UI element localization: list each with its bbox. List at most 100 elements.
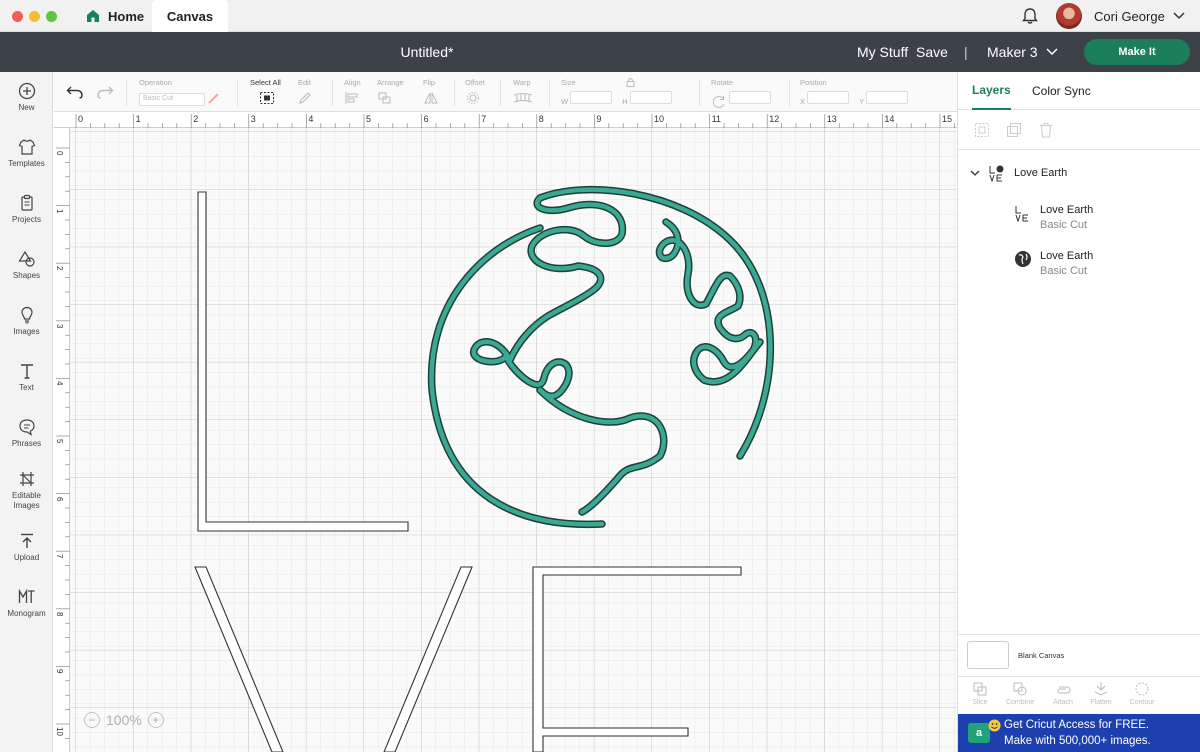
tab-color-sync[interactable]: Color Sync [1032,72,1091,110]
width-input[interactable] [570,91,613,104]
operation-control[interactable]: Operation Basic Cut [139,78,221,106]
toolbar-divider [699,80,700,106]
warp-icon [513,93,533,103]
toolbar-divider [789,80,790,106]
ruler-top-label: 14 [884,114,895,124]
rotate-label: Rotate [711,78,734,87]
warp-control[interactable]: Warp [513,78,533,105]
layer-group-love-earth[interactable]: Love Earth [970,164,1067,182]
sidebar-item-new[interactable]: New [0,82,53,113]
minimize-window-button[interactable] [29,11,40,22]
y-label: Y [859,97,865,106]
layer-item[interactable]: Love Earth Basic Cut [1014,250,1093,277]
cricut-access-banner[interactable]: a Get Cricut Access for FREE. Make with … [958,714,1200,752]
arrange-icon [378,92,391,104]
design-canvas[interactable]: 0 1 2 3 4 5 6 7 8 9 10 11 12 13 14 15 0 1 2 3 4 5 6 7 8 9 10 − 10… [54,112,957,752]
header-separator: | [964,44,968,60]
ruler-top-label: 12 [769,114,780,124]
height-input[interactable] [629,91,672,104]
sidebar-item-label: Upload [13,553,40,562]
ruler-top-label: 15 [942,114,953,124]
redo-icon[interactable] [96,85,114,99]
size-label: Size [561,78,576,87]
ruler-top-label: 6 [423,114,429,124]
sidebar-item-editable-images[interactable]: Editable Images [0,470,53,512]
flip-icon [424,92,438,104]
make-it-button[interactable]: Make It [1084,39,1190,65]
panel-tabs: Layers Color Sync [958,72,1200,110]
duplicate-icon[interactable] [1006,122,1022,138]
sidebar-item-phrases[interactable]: Phrases [0,418,53,449]
layer-name: Love Earth [1040,250,1094,262]
attach-button[interactable]: Attach [1044,681,1082,706]
edit-pencil-icon [299,92,311,104]
rotate-control[interactable]: Rotate [711,78,772,109]
ruler-top-label: 0 [78,114,84,124]
offset-control[interactable]: Offset [465,78,485,105]
upload-icon [20,533,33,548]
flatten-button[interactable]: Flatten [1082,681,1120,706]
zoom-in-button[interactable]: + [147,712,164,728]
sidebar-item-shapes[interactable]: Shapes [0,250,53,281]
ruler-left-label: 5 [55,439,64,444]
emoji-icon [988,719,1001,732]
y-input[interactable] [866,91,909,104]
blank-canvas-swatch[interactable] [967,641,1009,669]
sidebar-item-upload[interactable]: Upload [0,532,53,563]
tab-canvas[interactable]: Canvas [152,0,228,32]
close-window-button[interactable] [12,11,23,22]
layer-item[interactable]: Love Earth Basic Cut [1014,204,1093,231]
tool-label: Slice [972,699,988,706]
pen-color-icon[interactable] [207,91,221,105]
toolbar-divider [126,80,127,106]
x-input[interactable] [807,91,850,104]
project-title[interactable]: Untitled* [0,32,854,72]
layer-name: Love Earth [1040,204,1094,216]
combine-button[interactable]: Combine [1001,681,1039,706]
chevron-down-icon[interactable] [970,169,980,177]
position-label: Position [800,78,827,87]
operation-select[interactable]: Basic Cut [139,92,205,106]
user-menu[interactable]: Cori George [1094,0,1185,32]
height-label: H [622,97,628,106]
ruler-top-label: 9 [596,114,602,124]
ruler-top-label: 3 [250,114,256,124]
maximize-window-button[interactable] [46,11,57,22]
lock-icon[interactable] [626,77,635,87]
warp-label: Warp [513,78,531,87]
machine-selector[interactable]: Maker 3 [987,32,1058,72]
sidebar-item-templates[interactable]: Templates [0,138,53,169]
layer-group-name: Love Earth [1014,167,1068,179]
offset-icon [467,92,479,104]
tab-layers[interactable]: Layers [972,72,1011,110]
select-all-control[interactable]: Select All [250,78,281,105]
trash-icon[interactable] [1038,122,1054,138]
sidebar-item-images[interactable]: Images [0,306,53,337]
position-control[interactable]: Position X Y [800,78,909,106]
sidebar-item-projects[interactable]: Projects [0,194,53,225]
group-icon[interactable] [974,122,990,138]
flip-control[interactable]: Flip [423,78,439,105]
avatar[interactable] [1056,3,1082,29]
save-button[interactable]: Save [916,32,948,72]
sidebar-item-monogram[interactable]: Monogram [0,588,53,619]
zoom-out-button[interactable]: − [84,712,100,728]
align-control[interactable]: Align [344,78,361,105]
bell-icon[interactable] [1020,6,1040,26]
blank-canvas-row[interactable]: Blank Canvas [958,634,1200,676]
arrange-control[interactable]: Arrange [377,78,404,105]
rotate-input[interactable] [729,91,772,104]
contour-button[interactable]: Contour [1123,681,1161,706]
tool-label: Combine [1005,699,1034,706]
my-stuff-link[interactable]: My Stuff [857,32,908,72]
slice-button[interactable]: Slice [961,681,999,706]
love-letters-thumbnail-icon [1015,206,1028,222]
edit-control[interactable]: Edit [298,78,314,105]
ruler-left-label: 7 [55,554,64,559]
undo-icon[interactable] [66,85,84,99]
sidebar-item-text[interactable]: Text [0,362,53,393]
size-control[interactable]: Size W H [561,78,672,106]
layer-operation: Basic Cut [1040,265,1088,277]
tab-home[interactable]: Home [80,0,150,32]
align-icon [345,92,358,104]
